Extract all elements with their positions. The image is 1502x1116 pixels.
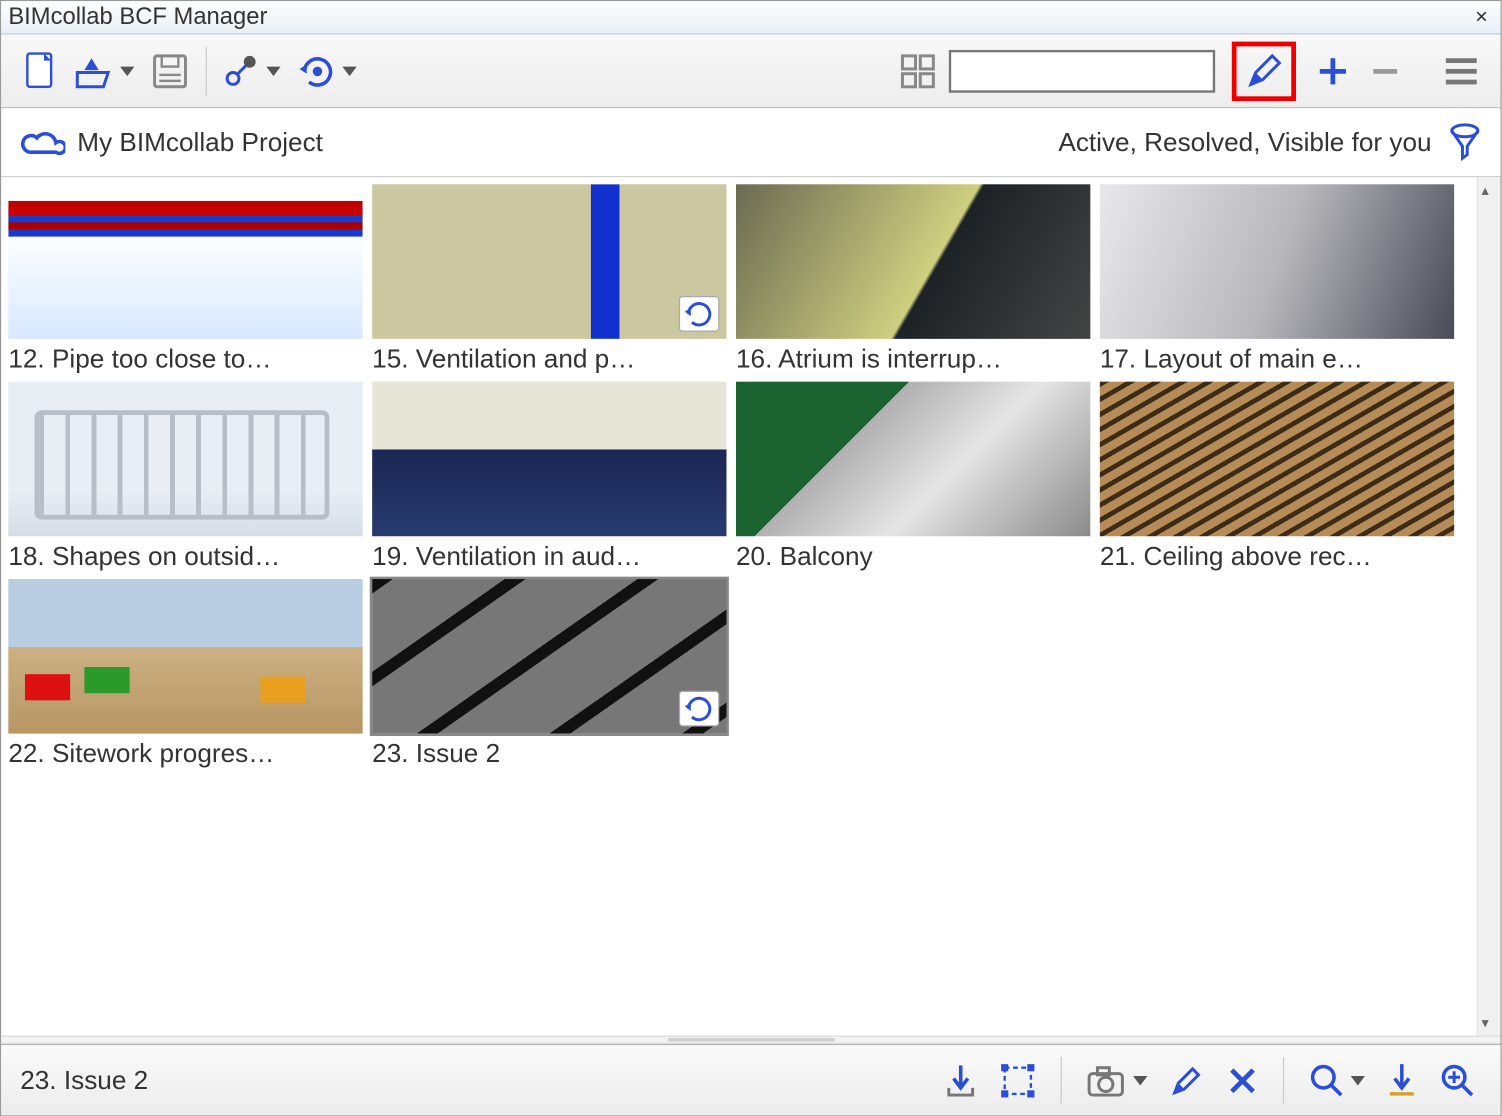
splitter-handle[interactable] (1, 1036, 1500, 1044)
search-input[interactable] (949, 49, 1215, 92)
issue-tile[interactable]: 12. Pipe too close to… (8, 184, 362, 374)
selected-issue-label: 23. Issue 2 (20, 1065, 148, 1096)
chevron-down-icon (342, 66, 356, 76)
issue-tile[interactable]: 16. Atrium is interrup… (736, 184, 1090, 374)
issue-label: 23. Issue 2 (372, 734, 726, 770)
camera-button[interactable] (1081, 1059, 1152, 1102)
vertical-scrollbar[interactable]: ▴ ▾ (1477, 177, 1501, 1035)
zoom-in-button[interactable] (1434, 1056, 1482, 1104)
close-icon[interactable]: ✕ (1470, 7, 1493, 27)
import-button[interactable] (939, 1056, 982, 1104)
issue-label: 17. Layout of main e… (1100, 339, 1454, 375)
filter-button[interactable] (1448, 122, 1481, 162)
issue-label: 12. Pipe too close to… (8, 339, 362, 375)
issue-thumbnail[interactable] (8, 579, 362, 734)
window-title: BIMcollab BCF Manager (8, 4, 267, 31)
issue-label: 19. Ventilation in aud… (372, 536, 726, 572)
cloud-icon (20, 125, 65, 158)
issue-thumbnail[interactable] (8, 184, 362, 339)
issue-thumbnail[interactable] (736, 382, 1090, 537)
status-bar: 23. Issue 2 (1, 1044, 1500, 1115)
delete-viewpoint-button[interactable] (1221, 1059, 1264, 1102)
issue-thumbnail[interactable] (736, 184, 1090, 339)
issue-tile[interactable]: 18. Shapes on outsid… (8, 382, 362, 572)
chevron-down-icon (266, 66, 280, 76)
new-file-button[interactable] (18, 46, 63, 96)
issue-thumbnail[interactable] (372, 382, 726, 537)
issue-label: 22. Sitework progres… (8, 734, 362, 770)
issue-label: 21. Ceiling above rec… (1100, 536, 1454, 572)
sync-button[interactable] (292, 47, 361, 95)
project-bar: My BIMcollab Project Active, Resolved, V… (1, 108, 1500, 177)
issue-tile[interactable]: 17. Layout of main e… (1100, 184, 1454, 374)
project-name: My BIMcollab Project (77, 127, 323, 158)
filter-summary: Active, Resolved, Visible for you (1058, 127, 1431, 158)
issue-thumbnail[interactable] (8, 382, 362, 537)
grid-view-button[interactable] (894, 47, 942, 95)
add-issue-button[interactable] (1310, 48, 1355, 93)
issue-tile[interactable]: 23. Issue 2 (372, 579, 726, 769)
chevron-down-icon (120, 66, 134, 76)
edit-issue-highlight (1232, 41, 1296, 100)
edit-issue-button[interactable] (1244, 51, 1284, 91)
scroll-down-icon[interactable]: ▾ (1481, 1014, 1488, 1031)
share-button[interactable] (219, 47, 286, 95)
issue-label: 15. Ventilation and p… (372, 339, 726, 375)
edit-viewpoint-button[interactable] (1164, 1058, 1209, 1103)
baseline-button[interactable] (1382, 1056, 1422, 1104)
titlebar: BIMcollab BCF Manager ✕ (1, 1, 1500, 34)
sync-badge-icon (679, 296, 719, 332)
remove-issue-button[interactable] (1363, 48, 1408, 93)
open-file-button[interactable] (70, 48, 139, 93)
sync-badge-icon (679, 691, 719, 727)
selection-box-button[interactable] (994, 1056, 1042, 1104)
main-toolbar (1, 34, 1500, 108)
issue-thumbnail[interactable] (1100, 382, 1454, 537)
issue-thumbnail[interactable] (372, 579, 726, 734)
issue-thumbnail[interactable] (372, 184, 726, 339)
zoom-button[interactable] (1303, 1056, 1370, 1104)
chevron-down-icon (1351, 1075, 1365, 1085)
scroll-up-icon[interactable]: ▴ (1481, 182, 1488, 199)
issue-label: 18. Shapes on outsid… (8, 536, 362, 572)
issue-label: 16. Atrium is interrup… (736, 339, 1090, 375)
issue-tile[interactable]: 20. Balcony (736, 382, 1090, 572)
issue-tile[interactable]: 19. Ventilation in aud… (372, 382, 726, 572)
chevron-down-icon (1133, 1075, 1147, 1085)
issue-grid: 12. Pipe too close to… 15. Ventilation an… (1, 177, 1477, 1035)
issue-tile[interactable]: 22. Sitework progres… (8, 579, 362, 769)
menu-button[interactable] (1439, 51, 1484, 91)
issue-tile[interactable]: 21. Ceiling above rec… (1100, 382, 1454, 572)
issue-tile[interactable]: 15. Ventilation and p… (372, 184, 726, 374)
issue-thumbnail[interactable] (1100, 184, 1454, 339)
save-button[interactable] (146, 47, 194, 95)
issue-label: 20. Balcony (736, 536, 1090, 572)
